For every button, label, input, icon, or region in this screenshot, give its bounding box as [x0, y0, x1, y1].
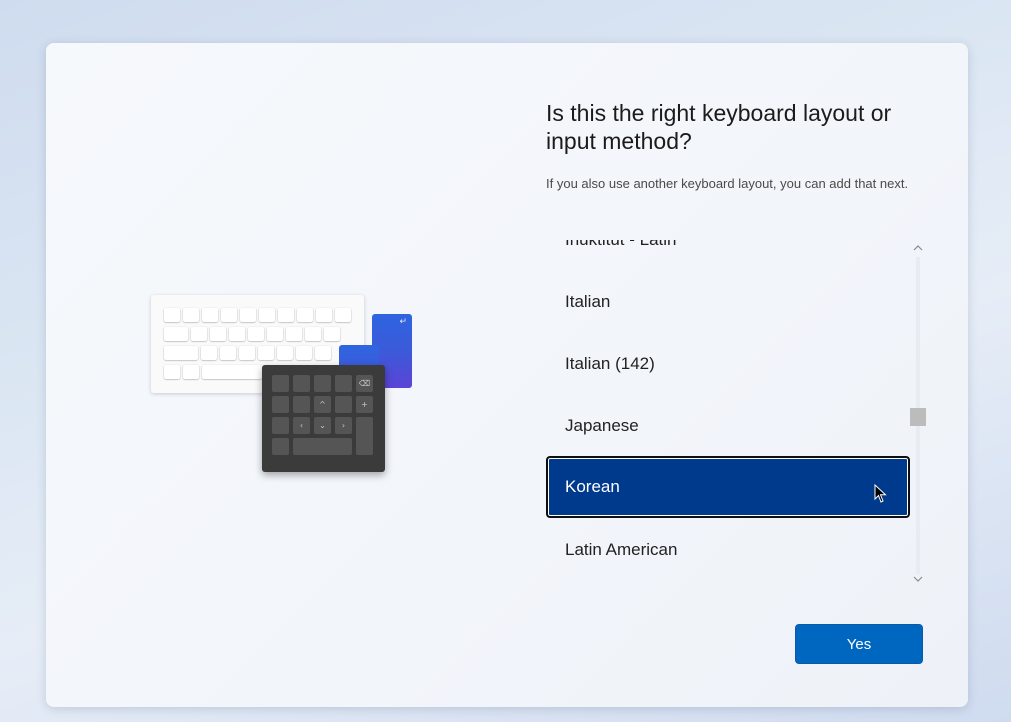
page-title: Is this the right keyboard layout or inp…	[546, 100, 892, 154]
plus-icon: +	[356, 396, 373, 413]
scroll-thumb[interactable]	[910, 408, 926, 426]
backspace-icon: ⌫	[356, 375, 373, 392]
yes-button[interactable]: Yes	[795, 624, 923, 664]
list-item-label: Italian	[565, 292, 611, 311]
list-item-italian[interactable]: Italian	[546, 271, 910, 333]
arrow-down-icon: ⌄	[314, 417, 331, 434]
list-scrollbar[interactable]	[910, 243, 926, 588]
mouse-pointer-icon	[874, 484, 887, 503]
list-item-label: Inuktitut - Latin	[565, 240, 677, 250]
list-item-label: Latin American	[565, 540, 678, 559]
list-item-italian-142[interactable]: Italian (142)	[546, 333, 910, 395]
list-item-japanese[interactable]: Japanese	[546, 395, 910, 457]
page-subtitle: If you also use another keyboard layout,…	[546, 176, 909, 191]
keyboard-illustration: ↵ ⌫ ^ + ‹ ⌄ ›	[151, 295, 416, 480]
arrow-left-icon: ‹	[293, 417, 310, 434]
list-item-latin-american[interactable]: Latin American	[546, 519, 910, 581]
keyboard-layout-dialog: ↵ ⌫ ^ + ‹ ⌄ › Is this the right keyboard…	[46, 43, 968, 707]
list-item-label: Japanese	[565, 416, 639, 435]
chevron-up-icon[interactable]	[910, 243, 926, 257]
list-item-label: Korean	[565, 477, 620, 496]
list-item-inuktitut-latin[interactable]: Inuktitut - Latin	[546, 240, 910, 271]
numpad-image: ⌫ ^ + ‹ ⌄ ›	[262, 365, 385, 472]
arrow-up-icon: ^	[314, 396, 331, 413]
list-item-korean[interactable]: Korean	[546, 456, 910, 518]
enter-icon: ↵	[399, 317, 407, 327]
keyboard-layout-list[interactable]: Inuktitut - Latin Italian Italian (142) …	[546, 240, 910, 589]
chevron-down-icon[interactable]	[910, 574, 926, 588]
arrow-right-icon: ›	[335, 417, 352, 434]
list-item-label: Italian (142)	[565, 354, 655, 373]
